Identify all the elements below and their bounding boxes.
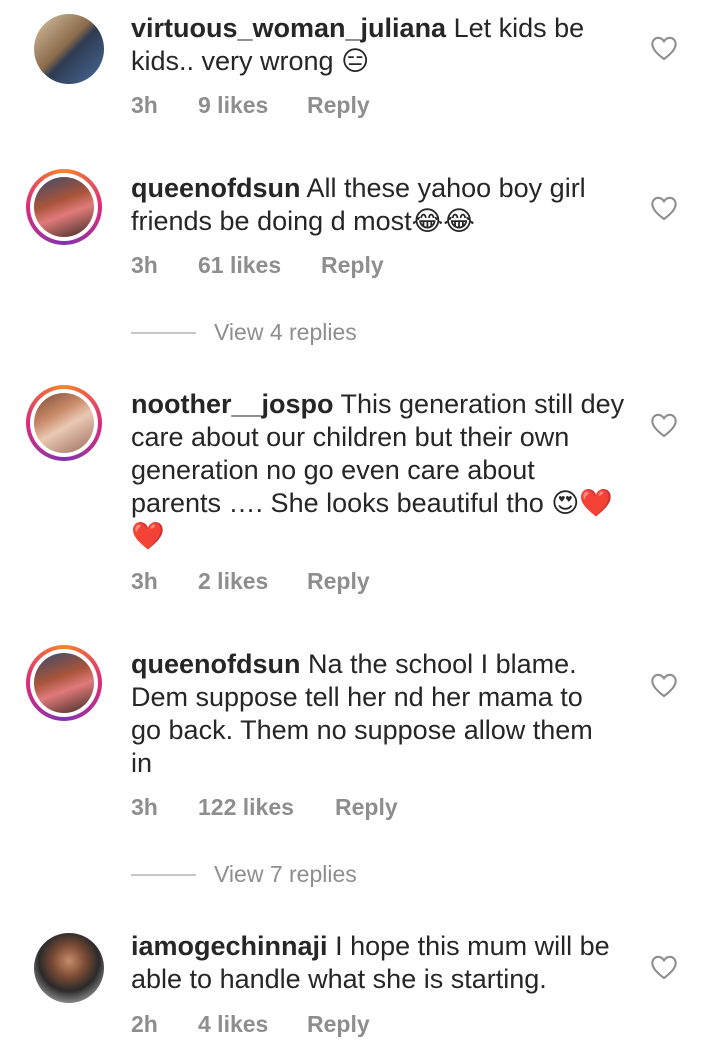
view-replies-button[interactable]: View 7 replies bbox=[131, 861, 357, 888]
view-replies-label: View 7 replies bbox=[214, 861, 357, 887]
comment-text: noother__jospo This generation still dey… bbox=[131, 388, 626, 553]
comment-time: 3h bbox=[131, 92, 158, 118]
comment-likes[interactable]: 4 likes bbox=[198, 1011, 307, 1038]
comment-meta: 3h 2 likes Reply bbox=[131, 568, 370, 595]
reply-button[interactable]: Reply bbox=[321, 252, 384, 279]
comment-meta: 3h 9 likes Reply bbox=[131, 92, 370, 119]
comment-username[interactable]: iamogechinnaji bbox=[131, 931, 328, 961]
comment-meta: 3h 122 likes Reply bbox=[131, 794, 398, 821]
comment-meta: 3h 61 likes Reply bbox=[131, 252, 384, 279]
comment-meta: 2h 4 likes Reply bbox=[131, 1011, 370, 1038]
comment-time: 3h bbox=[131, 794, 158, 820]
comment-text: iamogechinnaji I hope this mum will be a… bbox=[131, 930, 631, 996]
comment-text: queenofdsun All these yahoo boy girl fri… bbox=[131, 172, 631, 238]
like-heart-icon[interactable] bbox=[650, 954, 678, 980]
comment-text: virtuous_woman_juliana Let kids be kids.… bbox=[131, 12, 631, 78]
comment-time: 3h bbox=[131, 568, 158, 594]
avatar[interactable] bbox=[34, 14, 104, 84]
comment-likes[interactable]: 122 likes bbox=[198, 794, 335, 821]
reply-button[interactable]: Reply bbox=[307, 92, 370, 119]
avatar[interactable] bbox=[34, 933, 104, 1003]
reply-button[interactable]: Reply bbox=[307, 568, 370, 595]
comment-likes[interactable]: 9 likes bbox=[198, 92, 307, 119]
comment-likes[interactable]: 2 likes bbox=[198, 568, 307, 595]
emoji: 😂😂 bbox=[411, 206, 475, 236]
avatar[interactable] bbox=[26, 645, 102, 721]
view-replies-label: View 4 replies bbox=[214, 319, 357, 345]
comment-time: 2h bbox=[131, 1011, 158, 1037]
comment-username[interactable]: noother__jospo bbox=[131, 389, 334, 419]
like-heart-icon[interactable] bbox=[650, 412, 678, 438]
comment-text: queenofdsun Na the school I blame. Dem s… bbox=[131, 648, 616, 780]
avatar[interactable] bbox=[26, 385, 102, 461]
avatar[interactable] bbox=[26, 169, 102, 245]
divider bbox=[131, 331, 196, 334]
view-replies-button[interactable]: View 4 replies bbox=[131, 319, 357, 346]
reply-button[interactable]: Reply bbox=[307, 1011, 370, 1038]
comment-time: 3h bbox=[131, 252, 158, 278]
emoji: 😑 bbox=[341, 46, 370, 76]
comment-username[interactable]: virtuous_woman_juliana bbox=[131, 13, 446, 43]
like-heart-icon[interactable] bbox=[650, 195, 678, 221]
comment-username[interactable]: queenofdsun bbox=[131, 173, 301, 203]
like-heart-icon[interactable] bbox=[650, 35, 678, 61]
divider bbox=[131, 873, 196, 876]
like-heart-icon[interactable] bbox=[650, 672, 678, 698]
comment-likes[interactable]: 61 likes bbox=[198, 252, 321, 279]
comment-username[interactable]: queenofdsun bbox=[131, 649, 301, 679]
reply-button[interactable]: Reply bbox=[335, 794, 398, 821]
